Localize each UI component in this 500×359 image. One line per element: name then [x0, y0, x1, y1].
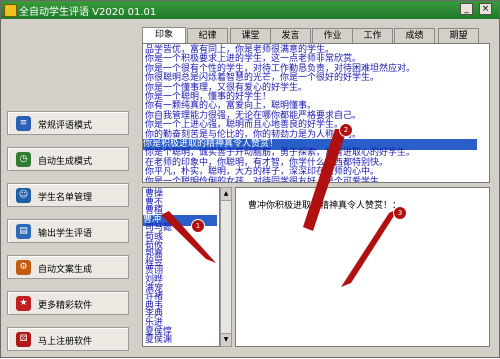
comment-text: 曹冲你积极进取的精神真令人赞赏！：: [248, 201, 402, 211]
student-list[interactable]: 曹操 曹丕 曹植 曹冲 司马懿 荀彧 荀攸 郭嘉 程昱 贾诩 刘晔 满宠 许褚 典韦 李典 乐进 夏侯惇 夏侯渊: [142, 187, 220, 347]
sidebar-button-6[interactable]: ⚄ 马上注册软件: [7, 327, 129, 351]
phrase-list[interactable]: 品学皆优，富有同上，你是老师很满意的学生。 你是一个积极要求上进的学生，这一点老师…: [142, 43, 490, 183]
tab-7[interactable]: 期望: [438, 28, 479, 43]
student-list-scrollbar[interactable]: ▲ ▼: [220, 187, 232, 347]
close-button[interactable]: ×: [479, 3, 492, 15]
category-tabs: 印象 纪律 课堂 发言 作业 工作 成绩 期望: [142, 27, 490, 44]
sidebar-button-label: 常规评语模式: [38, 121, 93, 131]
sidebar-button-label: 更多精彩软件: [38, 301, 93, 311]
sidebar-button-label: 马上注册软件: [38, 337, 93, 347]
student-item[interactable]: 夏侯渊: [145, 335, 172, 346]
marker-1: 1: [191, 219, 205, 233]
tab-2[interactable]: 课堂: [230, 28, 271, 43]
sidebar-button-label: 输出学生评语: [38, 229, 93, 239]
clock-icon: ◷: [16, 152, 31, 167]
scroll-up-icon[interactable]: ▲: [221, 188, 231, 201]
scroll-down-icon[interactable]: ▼: [221, 333, 231, 346]
sidebar-button-2[interactable]: ☺ 学生名单管理: [7, 183, 129, 207]
marker-3: 3: [393, 206, 407, 220]
print-icon: ▤: [16, 224, 31, 239]
sidebar-button-3[interactable]: ▤ 输出学生评语: [7, 219, 129, 243]
app-window: 全自动学生评语 V2020 01.01 _ × ≡ 常规评语模式 ◷ 自动生成模式 ☺ 学…: [0, 0, 500, 358]
tab-1[interactable]: 纪律: [187, 28, 228, 43]
tab-5[interactable]: 工作: [352, 28, 393, 43]
title-bar[interactable]: 全自动学生评语 V2020 01.01 _ ×: [1, 1, 499, 19]
sidebar-button-4[interactable]: ⚙ 自动文案生成: [7, 255, 129, 279]
tab-0[interactable]: 印象: [142, 27, 186, 44]
tab-6[interactable]: 成绩: [394, 28, 435, 43]
minimize-button[interactable]: _: [460, 3, 473, 15]
gear-icon: ⚙: [16, 260, 31, 275]
marker-2: 2: [339, 123, 353, 137]
window-title: 全自动学生评语 V2020 01.01: [19, 7, 157, 18]
users-icon: ☺: [16, 188, 31, 203]
phrase-item[interactable]: 你是一个聪明伶俐的女孩，对待同学很友好，是个可爱学生。: [145, 177, 388, 182]
comment-editor[interactable]: 曹冲你积极进取的精神真令人赞赏！：: [235, 187, 490, 347]
star-icon: ★: [16, 296, 31, 311]
sidebar-button-0[interactable]: ≡ 常规评语模式: [7, 111, 129, 135]
doc-icon: ≡: [16, 116, 31, 131]
sidebar-button-5[interactable]: ★ 更多精彩软件: [7, 291, 129, 315]
sidebar-button-label: 自动生成模式: [38, 157, 93, 167]
tab-3[interactable]: 发言: [270, 28, 311, 43]
app-icon: [4, 4, 17, 17]
dice-icon: ⚄: [16, 332, 31, 347]
sidebar-button-1[interactable]: ◷ 自动生成模式: [7, 147, 129, 171]
sidebar-button-label: 自动文案生成: [38, 265, 93, 275]
tab-4[interactable]: 作业: [312, 28, 353, 43]
sidebar-button-label: 学生名单管理: [38, 193, 93, 203]
